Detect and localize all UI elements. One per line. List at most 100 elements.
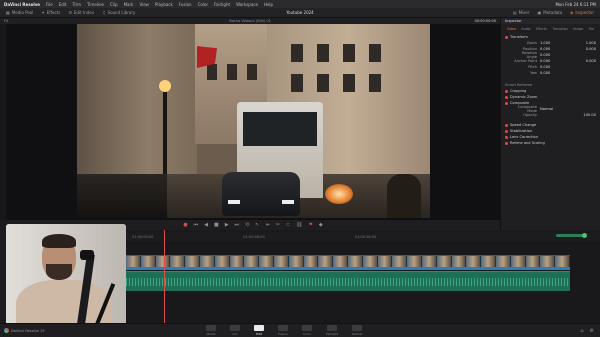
viewer-clip-name: Nacho Velasco (Edit) 01 — [229, 19, 271, 23]
menubar-clock: Mon Feb 24 6:11 PM — [555, 1, 596, 7]
metadata-icon: ▣ — [537, 10, 542, 15]
menu-clip[interactable]: Clip — [110, 2, 118, 7]
page-navigation-bar: DaVinci Resolve 19 Media Cut Edit Fusion… — [0, 323, 600, 337]
fairlight-page-icon — [327, 325, 337, 331]
page-tabs: Media Cut Edit Fusion Color Fairlight De… — [206, 325, 363, 336]
mac-menubar: DaVinci Resolve File Edit Trim Timeline … — [0, 0, 600, 8]
row-yaw: Yaw 0.000 — [530, 71, 551, 75]
page-cut[interactable]: Cut — [230, 325, 240, 336]
edit-index-button[interactable]: ☰ Edit Index — [68, 10, 94, 15]
music-icon: ♫ — [101, 10, 106, 15]
media-pool-button[interactable]: ▦ Media Pool — [6, 10, 33, 15]
menu-help[interactable]: Help — [264, 2, 273, 7]
page-fusion[interactable]: Fusion — [278, 325, 288, 336]
trim-tool-icon[interactable]: ⇹ — [265, 222, 269, 228]
marker-icon[interactable]: ◆ — [319, 222, 323, 228]
enabled-dot-icon — [505, 135, 508, 139]
tab-effects[interactable]: Effects — [536, 27, 547, 31]
color-page-icon — [302, 325, 312, 331]
video-viewer[interactable] — [6, 24, 500, 220]
play-reverse-icon[interactable]: ◀ — [204, 222, 208, 228]
page-deliver[interactable]: Deliver — [352, 325, 363, 336]
enabled-dot-icon — [505, 35, 508, 39]
record-icon[interactable]: ● — [183, 222, 187, 228]
menu-edit[interactable]: Edit — [59, 2, 67, 7]
video-frame-image — [77, 24, 430, 218]
deliver-page-icon — [352, 325, 363, 331]
cut-page-icon — [230, 325, 240, 331]
timeline-ruler[interactable]: 01:00:00:00 01:00:08:00 01:00:16:00 — [126, 233, 600, 241]
page-color[interactable]: Color — [302, 325, 312, 336]
resolve-logo-icon — [4, 328, 9, 333]
menu-fairlight[interactable]: Fairlight — [214, 2, 230, 7]
row-opacity: Opacity 100.00 — [523, 113, 596, 117]
brand-name: DaVinci Resolve 19 — [11, 328, 45, 333]
enabled-dot-icon — [505, 95, 508, 99]
brand: DaVinci Resolve 19 — [0, 328, 150, 333]
snapping-icon[interactable]: ⊂ — [286, 222, 290, 228]
ruler-tick: 01:00:00:00 — [132, 235, 154, 239]
enabled-dot-icon — [505, 141, 508, 145]
menu-color[interactable]: Color — [198, 2, 208, 7]
inspector-icon: ◈ — [570, 10, 574, 15]
playhead[interactable] — [164, 230, 165, 323]
media-pool-icon: ▦ — [6, 10, 10, 15]
audio-track[interactable] — [126, 271, 570, 291]
menu-fusion[interactable]: Fusion — [179, 2, 192, 7]
menu-view[interactable]: View — [139, 2, 149, 7]
blade-tool-icon[interactable]: ✂ — [276, 222, 280, 228]
media-page-icon — [206, 325, 216, 331]
flag-icon[interactable]: ⚑ — [308, 222, 312, 228]
inspector-button[interactable]: ◈ Inspector — [570, 10, 594, 15]
audio-waveform — [126, 278, 570, 286]
fusion-page-icon — [278, 325, 288, 331]
tab-file[interactable]: File — [589, 27, 594, 31]
webcam-overlay — [6, 224, 126, 330]
menu-timeline[interactable]: Timeline — [87, 2, 104, 7]
enabled-dot-icon — [505, 89, 508, 93]
tab-audio[interactable]: Audio — [521, 27, 530, 31]
page-edit[interactable]: Edit — [254, 325, 264, 336]
page-fairlight[interactable]: Fairlight — [326, 325, 338, 336]
tab-image[interactable]: Image — [573, 27, 583, 31]
edit-page-icon — [254, 325, 264, 331]
app-toolbar: ▦ Media Pool ✦ Effects ☰ Edit Index ♫ Sound … — [0, 8, 600, 18]
tab-transition[interactable]: Transition — [552, 27, 567, 31]
home-icon[interactable]: ⌂ — [580, 328, 583, 334]
effects-icon: ✦ — [41, 10, 45, 15]
page-media[interactable]: Media — [206, 325, 216, 336]
timeline-tracks — [126, 241, 600, 323]
loop-icon[interactable]: ⟲ — [245, 222, 249, 228]
sound-library-button[interactable]: ♫ Sound Library — [102, 10, 135, 15]
menu-mark[interactable]: Mark — [124, 2, 134, 7]
settings-icon[interactable]: ⚙ — [590, 328, 594, 334]
selection-tool-icon[interactable]: ↖ — [255, 222, 259, 228]
effects-button[interactable]: ✦ Effects — [41, 10, 60, 15]
menu-workspace[interactable]: Workspace — [236, 2, 258, 7]
ruler-tick: 01:00:08:00 — [243, 235, 265, 239]
mixer-icon: ▤ — [512, 10, 517, 15]
stop-icon[interactable]: ■ — [214, 222, 219, 228]
audio-track-2[interactable] — [126, 267, 570, 270]
menu-trim[interactable]: Trim — [72, 2, 81, 7]
menu-playback[interactable]: Playback — [155, 2, 173, 7]
menu-file[interactable]: File — [46, 2, 53, 7]
play-icon[interactable]: ▶ — [225, 222, 229, 228]
tab-video[interactable]: Video — [507, 27, 516, 31]
mixer-button[interactable]: ▤ Mixer — [513, 10, 530, 15]
menu-list: File Edit Trim Timeline Clip Mark View P… — [46, 2, 273, 7]
enabled-dot-icon — [505, 129, 508, 133]
skip-forward-icon[interactable]: ⏭ — [235, 222, 240, 228]
skip-back-icon[interactable]: ⏮ — [194, 222, 199, 228]
enabled-dot-icon — [505, 123, 508, 127]
app-menu[interactable]: DaVinci Resolve — [4, 2, 40, 7]
link-icon[interactable]: ⛓ — [296, 222, 302, 228]
metadata-button[interactable]: ▣ Metadata — [538, 10, 563, 15]
inspector-panel: Inspector Video Audio Effects Transition… — [500, 18, 600, 230]
ruler-tick: 01:00:16:00 — [354, 235, 377, 239]
list-icon: ☰ — [68, 10, 72, 15]
inspector-tabs: Video Audio Effects Transition Image Fil… — [501, 24, 600, 34]
enabled-dot-icon — [505, 101, 508, 105]
volume-knob[interactable] — [582, 233, 587, 238]
section-retime-scaling[interactable]: Retime and Scaling — [501, 140, 600, 146]
